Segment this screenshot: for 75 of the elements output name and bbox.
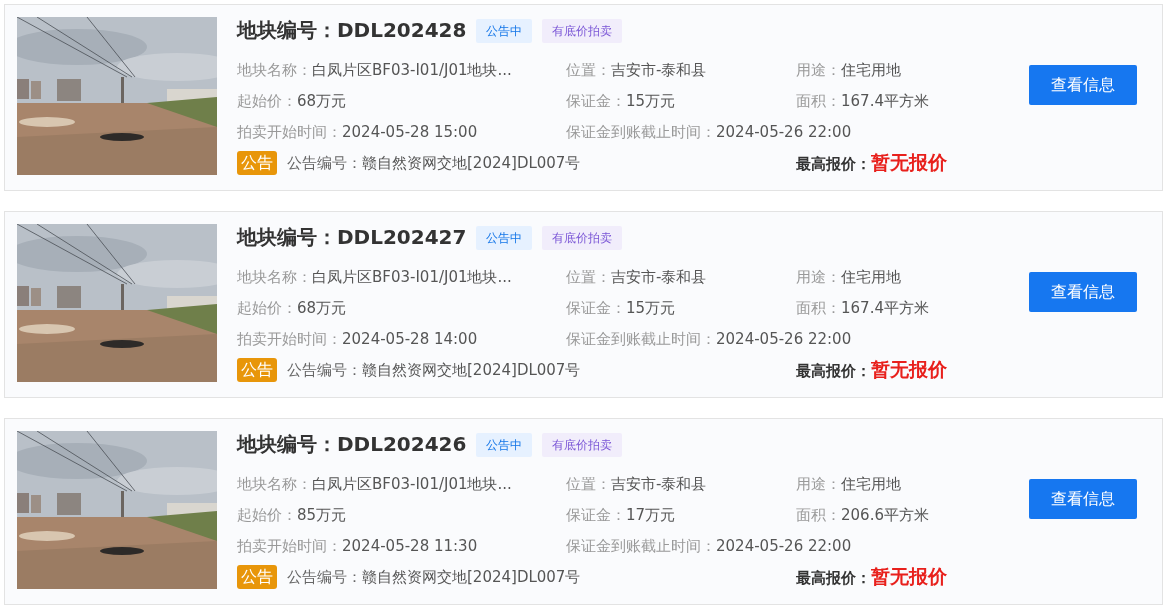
bid-value: 暂无报价 — [871, 151, 947, 174]
bid-label: 最高报价： — [796, 569, 871, 588]
field-value: 住宅用地 — [841, 474, 901, 493]
field-label: 保证金： — [566, 91, 626, 110]
status-tag: 有底价拍卖 — [542, 18, 623, 43]
field-label: 地块名称： — [237, 267, 312, 286]
bid-value: 暂无报价 — [871, 358, 947, 381]
listing-title: 地块编号：DDL202428 — [237, 17, 467, 45]
field-label: 拍卖开始时间： — [237, 122, 342, 141]
view-info-button[interactable]: 查看信息 — [1029, 272, 1137, 312]
status-tag: 有底价拍卖 — [542, 432, 623, 457]
field-value: 167.4平方米 — [841, 91, 929, 110]
field-value: 68万元 — [297, 91, 347, 110]
field-value: 吉安市-泰和县 — [611, 474, 707, 493]
field-value: 2024-05-28 14:00 — [342, 329, 478, 348]
field-label: 位置： — [566, 474, 611, 493]
field-value: 15万元 — [626, 298, 676, 317]
field-value: 15万元 — [626, 91, 676, 110]
field-value: 白凤片区BF03-I01/J01地块... — [312, 60, 512, 79]
field-value: 167.4平方米 — [841, 298, 929, 317]
field-value: 白凤片区BF03-I01/J01地块... — [312, 474, 512, 493]
listing-title: 地块编号：DDL202427 — [237, 224, 467, 252]
field-label: 保证金到账截止时间： — [566, 329, 716, 348]
field-label: 用途： — [796, 267, 841, 286]
notice-badge: 公告 — [237, 565, 277, 590]
bid-label: 最高报价： — [796, 155, 871, 174]
field-value: 2024-05-26 22:00 — [716, 329, 852, 348]
field-value: 2024-05-26 22:00 — [716, 536, 852, 555]
field-label: 保证金到账截止时间： — [566, 536, 716, 555]
field-label: 起始价： — [237, 298, 297, 317]
status-tag: 公告中 — [476, 225, 533, 250]
field-value: 吉安市-泰和县 — [611, 60, 707, 79]
status-tag: 有底价拍卖 — [542, 225, 623, 250]
field-value: 2024-05-28 11:30 — [342, 536, 478, 555]
field-value: 住宅用地 — [841, 267, 901, 286]
field-label: 保证金： — [566, 505, 626, 524]
field-label: 位置： — [566, 60, 611, 79]
field-value: 68万元 — [297, 298, 347, 317]
field-label: 起始价： — [237, 91, 297, 110]
field-value: 17万元 — [626, 505, 676, 524]
field-label: 面积： — [796, 505, 841, 524]
notice-number: 赣自然资网交地[2024]DL007号 — [362, 360, 581, 380]
field-label: 地块名称： — [237, 474, 312, 493]
field-value: 206.6平方米 — [841, 505, 929, 524]
notice-badge: 公告 — [237, 358, 277, 383]
notice-number: 赣自然资网交地[2024]DL007号 — [362, 567, 581, 587]
notice-label: 公告编号： — [287, 360, 362, 380]
field-label: 用途： — [796, 60, 841, 79]
field-label: 拍卖开始时间： — [237, 329, 342, 348]
notice-number: 赣自然资网交地[2024]DL007号 — [362, 153, 581, 173]
view-info-button[interactable]: 查看信息 — [1029, 65, 1137, 105]
listing-title: 地块编号：DDL202426 — [237, 431, 467, 459]
field-value: 住宅用地 — [841, 60, 901, 79]
bid-value: 暂无报价 — [871, 565, 947, 588]
status-tag: 公告中 — [476, 18, 533, 43]
bid-label: 最高报价： — [796, 362, 871, 381]
field-value: 2024-05-26 22:00 — [716, 122, 852, 141]
field-label: 保证金到账截止时间： — [566, 122, 716, 141]
field-value: 吉安市-泰和县 — [611, 267, 707, 286]
notice-label: 公告编号： — [287, 153, 362, 173]
status-tag: 公告中 — [476, 432, 533, 457]
field-value: 2024-05-28 15:00 — [342, 122, 478, 141]
field-label: 面积： — [796, 91, 841, 110]
field-label: 位置： — [566, 267, 611, 286]
field-label: 保证金： — [566, 298, 626, 317]
notice-badge: 公告 — [237, 151, 277, 176]
field-label: 地块名称： — [237, 60, 312, 79]
field-label: 拍卖开始时间： — [237, 536, 342, 555]
field-label: 起始价： — [237, 505, 297, 524]
field-label: 面积： — [796, 298, 841, 317]
view-info-button[interactable]: 查看信息 — [1029, 479, 1137, 519]
field-value: 白凤片区BF03-I01/J01地块... — [312, 267, 512, 286]
notice-label: 公告编号： — [287, 567, 362, 587]
field-value: 85万元 — [297, 505, 347, 524]
field-label: 用途： — [796, 474, 841, 493]
